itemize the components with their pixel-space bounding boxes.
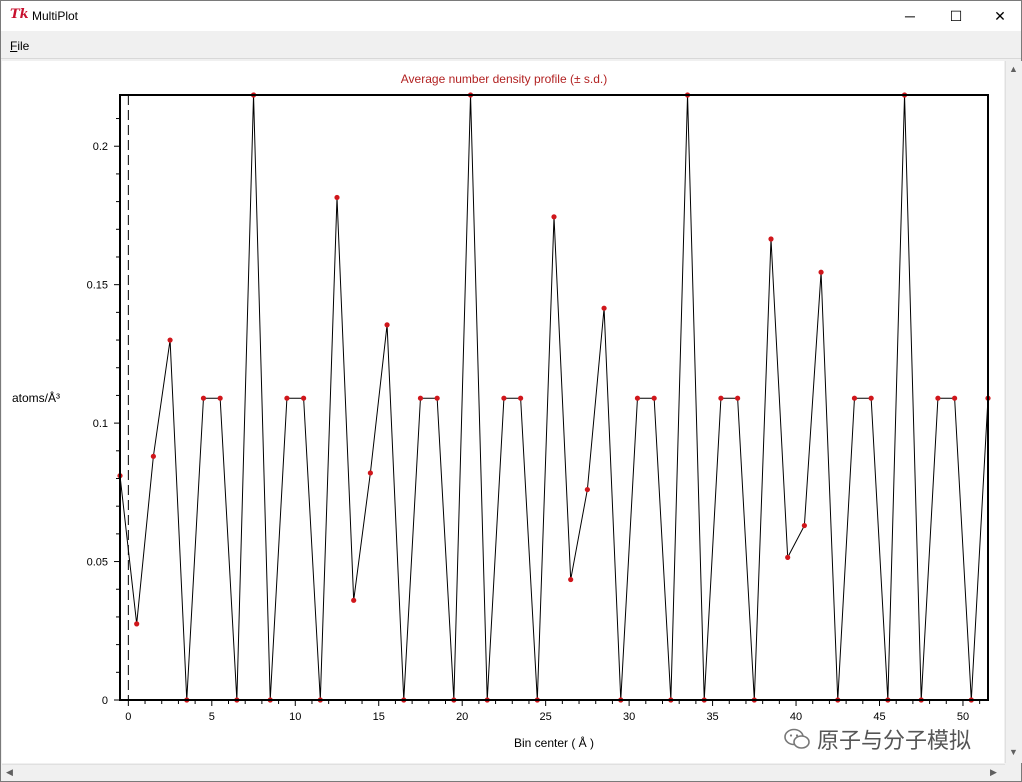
- y-axis-label: atoms/Å³: [12, 390, 60, 405]
- menu-bar: File: [1, 33, 1021, 59]
- data-point: [200, 395, 207, 401]
- data-point: [735, 395, 741, 401]
- scroll-up-icon[interactable]: ▲: [1009, 64, 1018, 74]
- x-tick-label: 30: [623, 711, 635, 723]
- y-tick-label: 0.1: [93, 418, 108, 430]
- title-bar[interactable]: Tk MultiPlot ─ ☐ ✕: [1, 1, 1021, 31]
- scroll-left-icon[interactable]: ◀: [6, 767, 13, 778]
- x-tick-label: 15: [373, 711, 385, 723]
- data-point: [851, 395, 858, 401]
- data-point: [417, 395, 424, 401]
- data-point: [334, 194, 340, 201]
- x-tick-label: 25: [540, 711, 552, 723]
- x-tick-label: 0: [125, 711, 131, 723]
- data-point: [351, 597, 357, 603]
- data-point: [217, 395, 223, 401]
- x-tick-label: 5: [209, 711, 215, 723]
- density-profile-chart: Average number density profile (± s.d.) …: [12, 72, 991, 750]
- x-tick-label: 50: [957, 711, 969, 723]
- plot-frame: [119, 94, 989, 701]
- watermark-text: 原子与分子模拟: [817, 729, 972, 754]
- data-point: [301, 395, 307, 401]
- x-tick-label: 35: [706, 711, 718, 723]
- data-point: [434, 395, 440, 401]
- data-point: [868, 395, 874, 401]
- data-point: [801, 522, 807, 529]
- y-axis: 0 0.05 0.1 0.15 0.2: [87, 118, 120, 707]
- x-tick-label: 40: [790, 711, 802, 723]
- chart-title: Average number density profile (± s.d.): [401, 72, 607, 86]
- watermark: 原子与分子模拟: [783, 723, 971, 755]
- data-point: [367, 470, 373, 476]
- data-point: [167, 337, 173, 343]
- x-tick-label: 45: [873, 711, 885, 723]
- close-button[interactable]: ✕: [977, 1, 1022, 31]
- data-point: [935, 395, 941, 401]
- menu-file[interactable]: File: [10, 39, 29, 53]
- vertical-scrollbar[interactable]: ▲ ▼: [1005, 61, 1022, 763]
- series-line: [119, 94, 989, 701]
- data-point: [584, 486, 590, 493]
- data-point: [384, 322, 390, 328]
- data-point: [284, 395, 290, 401]
- data-point: [718, 395, 724, 401]
- x-tick-label: 10: [289, 711, 301, 723]
- y-tick-label: 0.2: [93, 141, 108, 153]
- x-tick-label: 20: [456, 711, 468, 723]
- data-point: [601, 305, 607, 311]
- data-point: [952, 395, 958, 401]
- plot-canvas: Average number density profile (± s.d.) …: [2, 61, 1004, 763]
- x-axis-label: Bin center ( Å ): [514, 735, 594, 750]
- scroll-down-icon[interactable]: ▼: [1009, 747, 1018, 757]
- minimize-button[interactable]: ─: [887, 1, 933, 31]
- maximize-button[interactable]: ☐: [933, 1, 979, 31]
- data-point: [134, 621, 140, 627]
- app-window: Tk MultiPlot ─ ☐ ✕ File Average number d…: [0, 0, 1022, 782]
- y-tick-label: 0.15: [87, 280, 108, 292]
- data-point: [501, 395, 507, 401]
- scrollbar-corner: [1005, 764, 1021, 780]
- data-point: [768, 236, 774, 242]
- data-point: [634, 395, 641, 401]
- data-point: [551, 214, 557, 220]
- data-point: [568, 576, 574, 583]
- scroll-right-icon[interactable]: ▶: [990, 767, 997, 778]
- menu-file-label: ile: [17, 39, 30, 53]
- x-axis: 0 5 10 15 20 25 30 35 40 45 50: [125, 700, 981, 723]
- data-point: [150, 453, 156, 459]
- y-tick-label: 0.05: [87, 557, 108, 569]
- horizontal-scrollbar[interactable]: ◀ ▶: [2, 764, 1005, 781]
- data-point: [818, 269, 824, 275]
- tk-feather-icon: Tk: [10, 7, 29, 22]
- y-tick-label: 0: [102, 695, 108, 707]
- wechat-icon: [784, 728, 810, 749]
- data-point: [518, 395, 524, 401]
- data-point: [785, 554, 791, 561]
- data-point: [651, 395, 657, 401]
- data-points: [117, 92, 991, 703]
- window-title: MultiPlot: [32, 9, 79, 23]
